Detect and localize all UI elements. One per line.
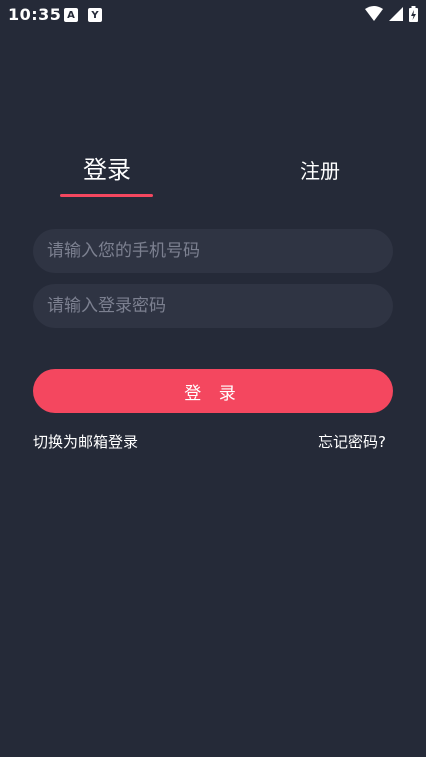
signal-icon — [389, 7, 403, 21]
battery-icon — [409, 6, 418, 22]
wifi-icon — [365, 6, 383, 21]
status-icons — [365, 6, 418, 22]
switch-to-email-login-link[interactable]: 切换为邮箱登录 — [33, 431, 138, 452]
phone-input[interactable] — [33, 229, 393, 273]
auth-tabs: 登录 注册 — [0, 150, 426, 200]
active-tab-indicator — [60, 194, 153, 197]
status-bar: 10:35 A Y — [0, 0, 426, 30]
forgot-password-link[interactable]: 忘记密码? — [318, 431, 386, 452]
tab-login[interactable]: 登录 — [57, 150, 157, 185]
login-button[interactable]: 登 录 — [33, 369, 393, 413]
notification-y-icon: Y — [88, 8, 102, 22]
password-input[interactable] — [33, 284, 393, 328]
status-time: 10:35 — [8, 5, 62, 24]
notification-a-icon: A — [64, 8, 78, 22]
tab-register[interactable]: 注册 — [270, 155, 370, 184]
